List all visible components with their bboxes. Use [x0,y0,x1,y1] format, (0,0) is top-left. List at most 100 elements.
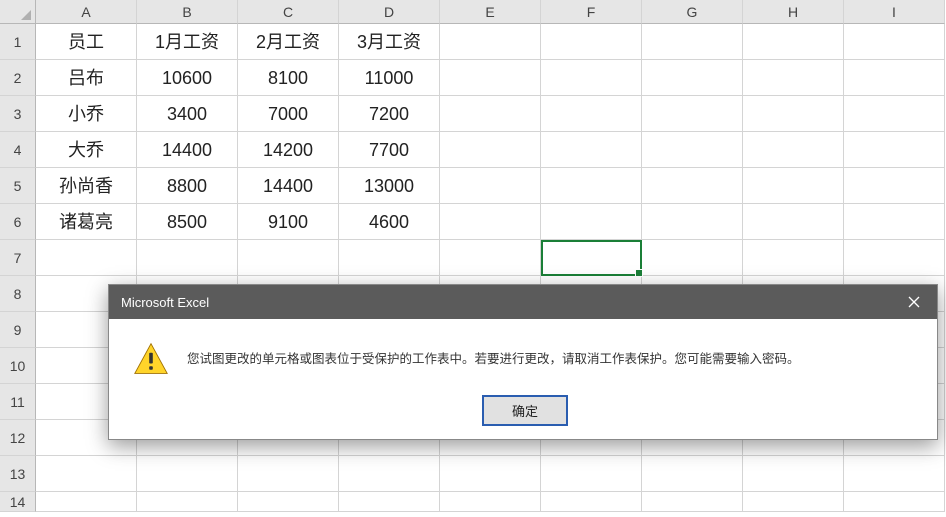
col-header-B[interactable]: B [137,0,238,24]
cell-A3[interactable]: 小乔 [36,96,137,132]
cell-E1[interactable] [440,24,541,60]
cell-G2[interactable] [642,60,743,96]
cell-E2[interactable] [440,60,541,96]
col-header-I[interactable]: I [844,0,945,24]
cell-F2[interactable] [541,60,642,96]
cell-F3[interactable] [541,96,642,132]
cell-G7[interactable] [642,240,743,276]
ok-button[interactable]: 确定 [482,395,568,426]
cell-H3[interactable] [743,96,844,132]
cell-F1[interactable] [541,24,642,60]
col-header-E[interactable]: E [440,0,541,24]
cell-B5[interactable]: 8800 [137,168,238,204]
cell-G13[interactable] [642,456,743,492]
cell-D1[interactable]: 3月工资 [339,24,440,60]
cell-D2[interactable]: 11000 [339,60,440,96]
cell-H14[interactable] [743,492,844,512]
cell-H6[interactable] [743,204,844,240]
cell-E4[interactable] [440,132,541,168]
cell-C4[interactable]: 14200 [238,132,339,168]
cell-G4[interactable] [642,132,743,168]
cell-E6[interactable] [440,204,541,240]
cell-I14[interactable] [844,492,945,512]
cell-B1[interactable]: 1月工资 [137,24,238,60]
cell-F13[interactable] [541,456,642,492]
row-header-14[interactable]: 14 [0,492,36,512]
cell-I7[interactable] [844,240,945,276]
cell-E13[interactable] [440,456,541,492]
cell-C13[interactable] [238,456,339,492]
col-header-C[interactable]: C [238,0,339,24]
cell-I1[interactable] [844,24,945,60]
row-header-8[interactable]: 8 [0,276,36,312]
col-header-H[interactable]: H [743,0,844,24]
cell-H4[interactable] [743,132,844,168]
cell-E5[interactable] [440,168,541,204]
cell-A13[interactable] [36,456,137,492]
cell-D5[interactable]: 13000 [339,168,440,204]
cell-B3[interactable]: 3400 [137,96,238,132]
cell-D14[interactable] [339,492,440,512]
row-header-4[interactable]: 4 [0,132,36,168]
dialog-close-button[interactable] [891,285,937,319]
row-header-2[interactable]: 2 [0,60,36,96]
cell-H7[interactable] [743,240,844,276]
cell-C3[interactable]: 7000 [238,96,339,132]
col-header-G[interactable]: G [642,0,743,24]
cell-I4[interactable] [844,132,945,168]
cell-I6[interactable] [844,204,945,240]
cell-A5[interactable]: 孙尚香 [36,168,137,204]
cell-C5[interactable]: 14400 [238,168,339,204]
col-header-A[interactable]: A [36,0,137,24]
cell-G5[interactable] [642,168,743,204]
cell-C2[interactable]: 8100 [238,60,339,96]
dialog-titlebar[interactable]: Microsoft Excel [109,285,937,319]
cell-F7[interactable] [541,240,642,276]
cell-D4[interactable]: 7700 [339,132,440,168]
cell-H5[interactable] [743,168,844,204]
cell-B14[interactable] [137,492,238,512]
cell-F4[interactable] [541,132,642,168]
cell-E3[interactable] [440,96,541,132]
row-header-1[interactable]: 1 [0,24,36,60]
cell-E7[interactable] [440,240,541,276]
cell-A1[interactable]: 员工 [36,24,137,60]
cell-D13[interactable] [339,456,440,492]
cell-I2[interactable] [844,60,945,96]
cell-A2[interactable]: 吕布 [36,60,137,96]
cell-B13[interactable] [137,456,238,492]
cell-F5[interactable] [541,168,642,204]
cell-H1[interactable] [743,24,844,60]
cell-B2[interactable]: 10600 [137,60,238,96]
row-header-5[interactable]: 5 [0,168,36,204]
cell-I3[interactable] [844,96,945,132]
row-header-7[interactable]: 7 [0,240,36,276]
cell-D7[interactable] [339,240,440,276]
cell-A4[interactable]: 大乔 [36,132,137,168]
cell-A7[interactable] [36,240,137,276]
row-header-12[interactable]: 12 [0,420,36,456]
cell-B7[interactable] [137,240,238,276]
col-header-D[interactable]: D [339,0,440,24]
cell-C14[interactable] [238,492,339,512]
row-header-11[interactable]: 11 [0,384,36,420]
row-header-13[interactable]: 13 [0,456,36,492]
cell-I5[interactable] [844,168,945,204]
row-header-6[interactable]: 6 [0,204,36,240]
cell-E14[interactable] [440,492,541,512]
cell-B6[interactable]: 8500 [137,204,238,240]
select-all-corner[interactable] [0,0,36,24]
cell-C6[interactable]: 9100 [238,204,339,240]
cell-A6[interactable]: 诸葛亮 [36,204,137,240]
cell-A14[interactable] [36,492,137,512]
row-header-9[interactable]: 9 [0,312,36,348]
row-header-10[interactable]: 10 [0,348,36,384]
cell-H2[interactable] [743,60,844,96]
col-header-F[interactable]: F [541,0,642,24]
cell-D6[interactable]: 4600 [339,204,440,240]
cell-H13[interactable] [743,456,844,492]
row-header-3[interactable]: 3 [0,96,36,132]
cell-G3[interactable] [642,96,743,132]
cell-I13[interactable] [844,456,945,492]
cell-G6[interactable] [642,204,743,240]
